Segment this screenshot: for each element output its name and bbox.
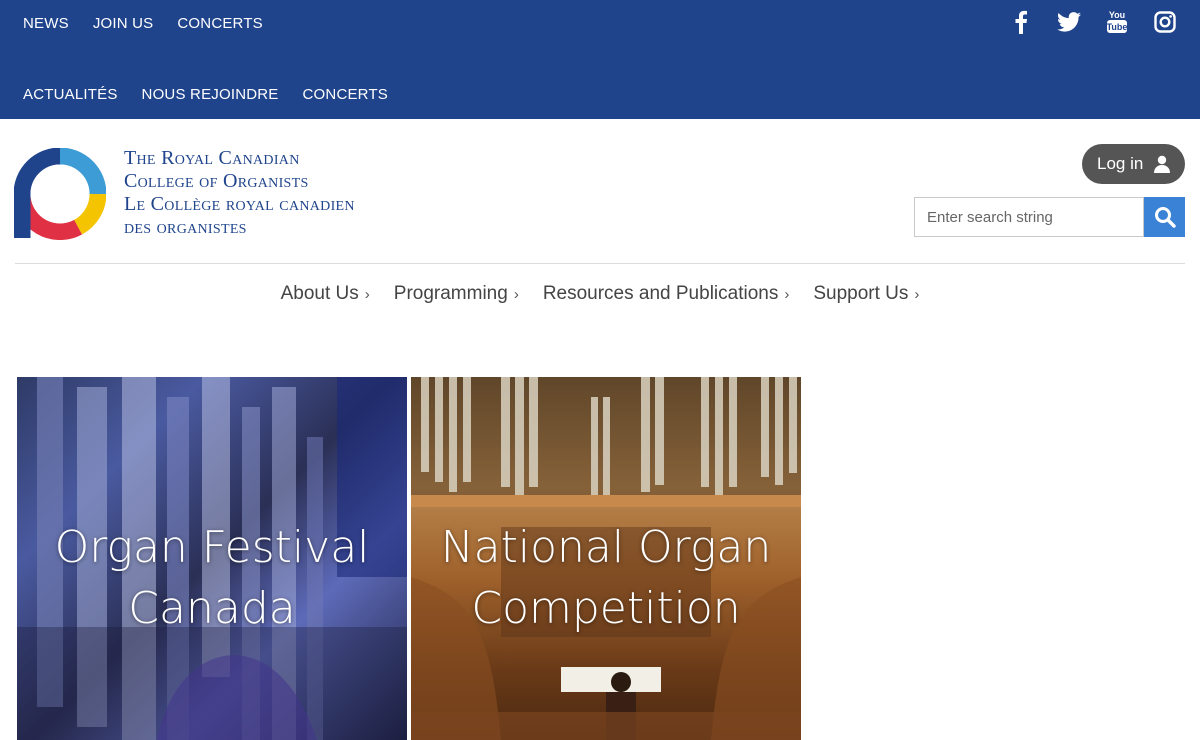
search-icon [1154,207,1176,228]
nav-resources-publications[interactable]: Resources and Publications › [543,283,790,305]
tile2-line2: Competition [471,583,741,634]
organization-name: The Royal Canadian College of Organists … [124,147,355,239]
facebook-icon[interactable] [1008,10,1034,34]
org-name-fr-line2: des organistes [124,216,247,238]
org-name-fr-line1: Le Collège royal canadien [124,193,355,215]
tile-caption: National Organ Competition [411,517,801,639]
youtube-icon[interactable]: You Tube [1104,10,1130,34]
org-name-en-line1: The Royal Canadian [124,147,300,169]
tile1-line1: Organ Festival [54,522,370,573]
nav-about-us[interactable]: About Us › [281,283,370,305]
login-label: Log in [1097,154,1144,173]
top-nav-english: NEWS JOIN US CONCERTS [23,15,263,32]
nav-actualites-link[interactable]: ACTUALITÉS [23,86,118,103]
nav-resources-label: Resources and Publications [542,283,779,304]
chevron-right-icon: › [784,285,790,303]
organ-festival-canada-tile[interactable]: Organ Festival Canada [17,377,407,740]
nav-news-link[interactable]: NEWS [23,15,69,32]
social-links: You Tube [1008,10,1178,34]
nav-programming[interactable]: Programming › [394,283,519,305]
org-name-en-line2: College of Organists [124,170,309,192]
svg-text:Tube: Tube [1107,22,1128,32]
user-icon [1154,155,1171,173]
search-input[interactable] [914,197,1144,237]
chevron-right-icon: › [364,285,370,303]
top-nav-french: ACTUALITÉS NOUS REJOINDRE CONCERTS [23,86,388,103]
top-bar: NEWS JOIN US CONCERTS ACTUALITÉS NOUS RE… [0,0,1200,119]
tile2-line1: National Organ [440,522,772,573]
nav-about-us-label: About Us [280,283,359,304]
svg-text:You: You [1109,10,1125,20]
main-nav: About Us › Programming › Resources and P… [0,283,1200,305]
nav-concerts-fr-link[interactable]: CONCERTS [303,86,389,103]
tile-caption: Organ Festival Canada [17,517,407,639]
college-logo-icon[interactable] [14,148,106,240]
nav-nous-rejoindre-link[interactable]: NOUS REJOINDRE [142,86,279,103]
search-button[interactable] [1144,197,1185,237]
nav-join-us-link[interactable]: JOIN US [93,15,154,32]
instagram-icon[interactable] [1152,10,1178,34]
nav-concerts-link[interactable]: CONCERTS [177,15,263,32]
chevron-right-icon: › [914,285,920,303]
chevron-right-icon: › [513,285,519,303]
login-button[interactable]: Log in [1082,144,1185,184]
national-organ-competition-tile[interactable]: National Organ Competition [411,377,801,740]
twitter-icon[interactable] [1056,10,1082,34]
tile1-line2: Canada [128,583,296,634]
nav-programming-label: Programming [393,283,508,304]
nav-support-us-label: Support Us [813,283,909,304]
header-divider [15,263,1185,264]
nav-support-us[interactable]: Support Us › [813,283,919,305]
